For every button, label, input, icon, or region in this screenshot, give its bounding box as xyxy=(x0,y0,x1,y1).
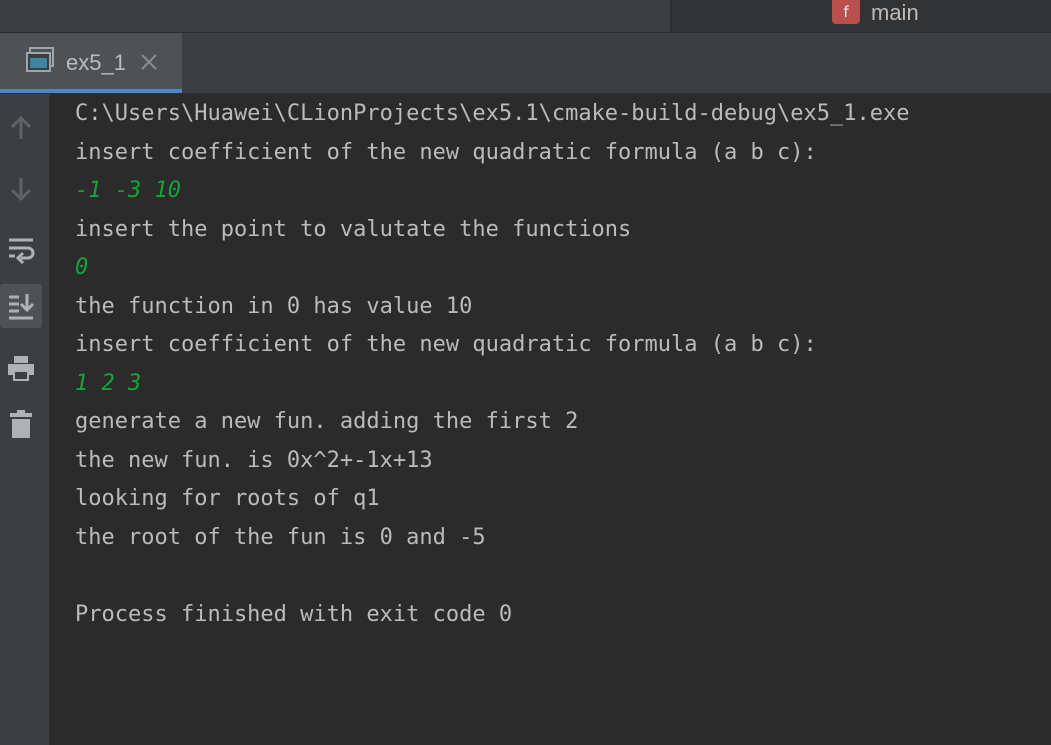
console-output-line: the new fun. is 0x^2+-1x+13 xyxy=(75,447,433,473)
run-configuration-selector[interactable] xyxy=(670,0,1051,32)
trash-icon xyxy=(10,410,32,438)
console-window-icon xyxy=(26,47,54,72)
tab-label: ex5_1 xyxy=(66,50,126,75)
console-output-line: Process finished with exit code 0 xyxy=(75,601,513,627)
console-output-line: C:\Users\Huawei\CLionProjects\ex5.1\cmak… xyxy=(75,101,910,126)
console-output-line: the root of the fun is 0 and -5 xyxy=(75,524,486,550)
clear-all-button[interactable] xyxy=(0,402,42,446)
up-stack-trace-button[interactable] xyxy=(0,106,42,150)
arrow-down-icon xyxy=(10,178,32,202)
top-toolbar: f main xyxy=(0,0,1051,33)
console-output-line: insert the point to valutate the functio… xyxy=(75,216,632,242)
scroll-to-end-icon xyxy=(9,294,35,320)
close-icon[interactable] xyxy=(138,51,160,73)
scroll-to-end-button[interactable] xyxy=(0,284,42,328)
function-badge-icon: f xyxy=(832,0,860,24)
console-side-toolbar xyxy=(0,94,50,745)
soft-wrap-icon xyxy=(9,238,35,264)
console-output-line: looking for roots of q1 xyxy=(75,486,380,511)
tab-ex5-1[interactable]: ex5_1 xyxy=(0,33,182,93)
down-stack-trace-button[interactable] xyxy=(0,167,42,211)
console-output-line: generate a new fun. adding the first 2 xyxy=(75,409,579,434)
print-icon xyxy=(8,356,34,381)
console-user-input-line: -1 -3 10 xyxy=(75,178,181,203)
print-button[interactable] xyxy=(0,346,42,390)
console-output-line: insert coefficient of the new quadratic … xyxy=(75,139,817,165)
run-configuration-name[interactable]: main xyxy=(871,0,919,26)
toolbar-left-area xyxy=(0,0,668,32)
run-tab-bar: ex5_1 xyxy=(0,33,1051,94)
console-user-input-line: 0 xyxy=(75,255,89,280)
console-user-input-line: 1 2 3 xyxy=(75,370,142,396)
console-output-line: insert coefficient of the new quadratic … xyxy=(75,332,817,357)
console-output-line: the function in 0 has value 10 xyxy=(75,293,473,319)
console-output[interactable]: C:\Users\Huawei\CLionProjects\ex5.1\cmak… xyxy=(50,94,1051,745)
soft-wrap-button[interactable] xyxy=(0,227,42,271)
arrow-up-icon xyxy=(10,115,32,139)
